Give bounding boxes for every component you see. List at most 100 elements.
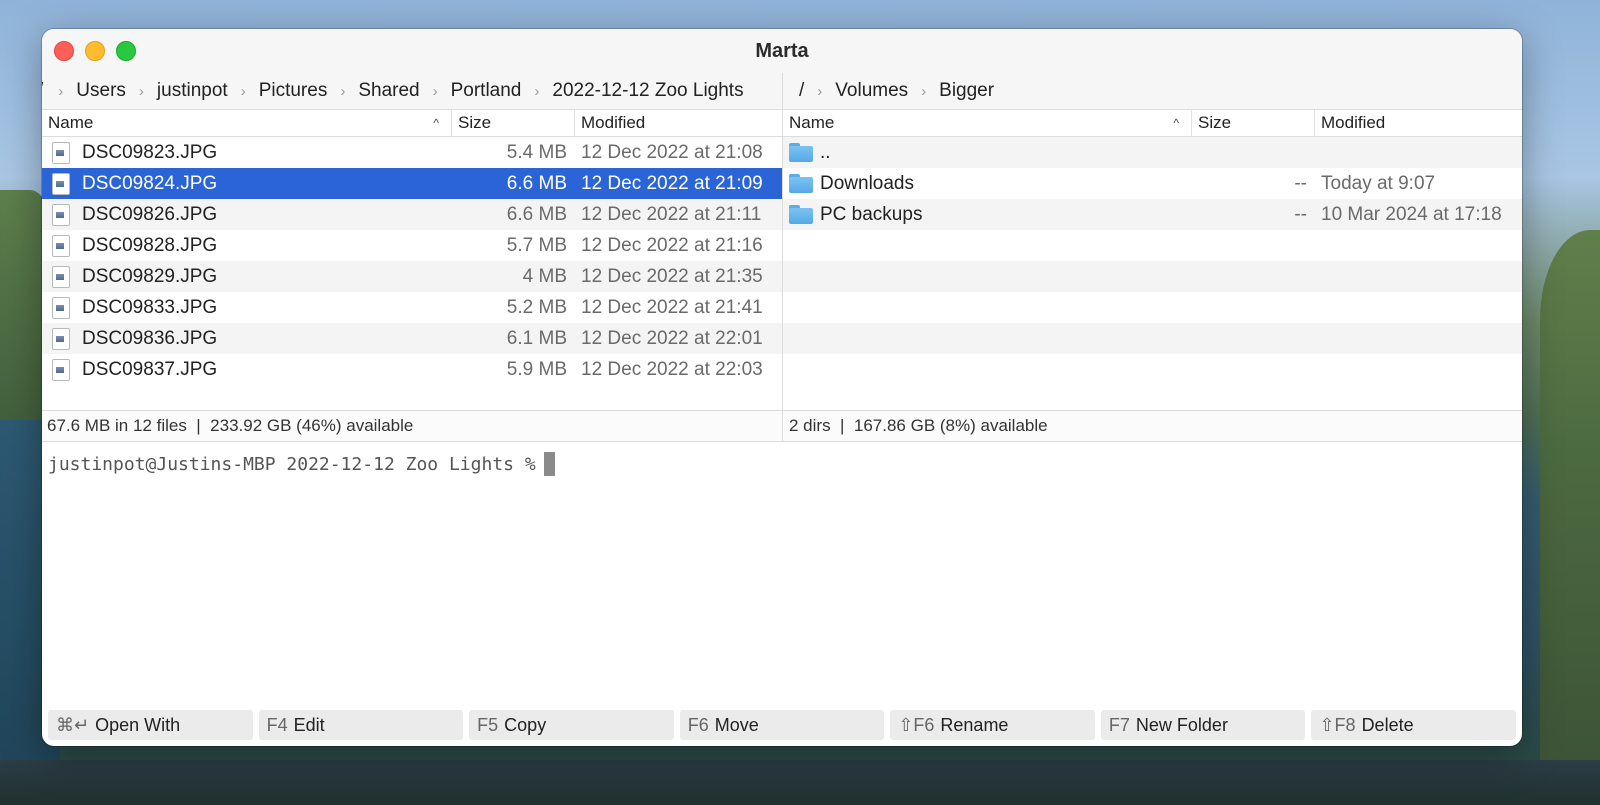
file-modified: 12 Dec 2022 at 22:01 (581, 327, 763, 349)
image-file-icon (52, 234, 70, 257)
file-row[interactable]: DSC09829.JPG 4 MB 12 Dec 2022 at 21:35 (42, 261, 782, 292)
file-modified: 12 Dec 2022 at 21:41 (581, 296, 763, 318)
file-size: 4 MB (522, 265, 567, 287)
window-title: Marta (755, 40, 809, 62)
move-button[interactable]: F6 Move (679, 710, 885, 740)
left-crumb-justinpot[interactable]: justinpot (153, 80, 232, 102)
empty-row (783, 261, 1522, 292)
file-name: DSC09823.JPG (82, 141, 218, 163)
right-crumb-volumes[interactable]: Volumes (831, 80, 912, 102)
file-name: DSC09833.JPG (82, 296, 218, 318)
file-name: DSC09836.JPG (82, 327, 218, 349)
left-column-modified[interactable]: Modified (575, 110, 782, 136)
file-row-selected[interactable]: DSC09824.JPG 6.6 MB 12 Dec 2022 at 21:09 (42, 168, 782, 199)
folder-icon (789, 205, 813, 224)
button-label: Edit (293, 714, 325, 735)
file-modified: 12 Dec 2022 at 21:08 (581, 141, 763, 163)
rename-button[interactable]: ⇧F6 Rename (890, 710, 1095, 740)
folder-name: .. (820, 141, 831, 163)
copy-button[interactable]: F5 Copy (469, 710, 674, 740)
left-crumb-shared[interactable]: Shared (354, 80, 423, 102)
left-crumb-pictures[interactable]: Pictures (255, 80, 332, 102)
terminal-prompt-line: justinpot@Justins-MBP 2022-12-12 Zoo Lig… (48, 452, 555, 476)
left-crumb-portland[interactable]: Portland (447, 80, 526, 102)
file-row[interactable]: DSC09833.JPG 5.2 MB 12 Dec 2022 at 21:41 (42, 292, 782, 323)
right-crumb-root[interactable]: / (795, 80, 808, 102)
button-label: Rename (940, 714, 1009, 735)
terminal-prompt: justinpot@Justins-MBP 2022-12-12 Zoo Lig… (48, 453, 536, 475)
right-column-modified[interactable]: Modified (1315, 110, 1522, 136)
desktop-rocks (0, 760, 1600, 805)
title-bar: Marta (42, 29, 1522, 73)
image-file-icon (52, 327, 70, 350)
left-crumb-root[interactable]: / (42, 80, 49, 102)
file-size: 5.4 MB (506, 141, 567, 163)
file-modified: 12 Dec 2022 at 21:35 (581, 265, 763, 287)
folder-size (1192, 137, 1315, 168)
file-name: DSC09828.JPG (82, 234, 218, 256)
left-column-name[interactable]: Name ^ (42, 110, 452, 136)
new-folder-button[interactable]: F7 New Folder (1100, 710, 1306, 740)
chevron-right-icon: › (240, 82, 246, 100)
chevron-right-icon: › (138, 82, 144, 100)
button-label: Copy (504, 714, 547, 735)
left-column-headers: Name ^ Size Modified (42, 110, 782, 137)
shortcut-key: F5 (477, 714, 499, 735)
folder-icon (789, 174, 813, 193)
file-row[interactable]: DSC09823.JPG 5.4 MB 12 Dec 2022 at 21:08 (42, 137, 782, 168)
file-row[interactable]: DSC09836.JPG 6.1 MB 12 Dec 2022 at 22:01 (42, 323, 782, 354)
delete-button[interactable]: ⇧F8 Delete (1311, 710, 1517, 740)
file-row[interactable]: DSC09828.JPG 5.7 MB 12 Dec 2022 at 21:16 (42, 230, 782, 261)
shortcut-key: F4 (266, 714, 288, 735)
sort-ascending-icon: ^ (433, 116, 439, 130)
file-size: 6.1 MB (506, 327, 567, 349)
left-crumb-users[interactable]: Users (72, 80, 130, 102)
right-column-size[interactable]: Size (1192, 110, 1315, 136)
folder-size: -- (1294, 172, 1307, 194)
chevron-right-icon: › (534, 82, 540, 100)
chevron-right-icon: › (58, 82, 64, 100)
file-name: DSC09826.JPG (82, 203, 218, 225)
button-label: New Folder (1135, 714, 1228, 735)
right-column-name-label: Name (789, 113, 835, 132)
file-row[interactable]: DSC09837.JPG 5.9 MB 12 Dec 2022 at 22:03 (42, 354, 782, 385)
chevron-right-icon: › (432, 82, 438, 100)
terminal-panel[interactable]: justinpot@Justins-MBP 2022-12-12 Zoo Lig… (42, 442, 1522, 704)
file-row[interactable]: DSC09826.JPG 6.6 MB 12 Dec 2022 at 21:11 (42, 199, 782, 230)
parent-directory-row[interactable]: .. (783, 137, 1522, 168)
desktop-hill-right (1540, 230, 1600, 790)
folder-row[interactable]: PC backups -- 10 Mar 2024 at 17:18 (783, 199, 1522, 230)
left-column-size[interactable]: Size (452, 110, 575, 136)
file-panes: / › Users › justinpot › Pictures › Share… (42, 73, 1522, 410)
shortcut-key: F7 (1108, 714, 1130, 735)
folder-name: PC backups (820, 203, 923, 225)
folder-row[interactable]: Downloads -- Today at 9:07 (783, 168, 1522, 199)
marta-window: Marta / › Users › justinpot › Pictures ›… (42, 29, 1522, 746)
folder-name: Downloads (820, 172, 914, 194)
sort-ascending-icon: ^ (1173, 116, 1179, 130)
file-size: 6.6 MB (506, 203, 567, 225)
terminal-cursor (543, 452, 555, 476)
file-modified: 12 Dec 2022 at 22:03 (581, 358, 763, 380)
image-file-icon (52, 296, 70, 319)
button-label: Move (714, 714, 759, 735)
left-crumb-zoo-lights[interactable]: 2022-12-12 Zoo Lights (548, 80, 747, 102)
file-modified: 12 Dec 2022 at 21:16 (581, 234, 763, 256)
empty-row (783, 323, 1522, 354)
shortcut-key: ⇧F6 (898, 714, 935, 735)
edit-button[interactable]: F4 Edit (258, 710, 464, 740)
right-file-list: .. Downloads -- Today at 9:07 PC backups… (783, 137, 1522, 354)
right-column-name[interactable]: Name ^ (783, 110, 1192, 136)
right-column-headers: Name ^ Size Modified (783, 110, 1522, 137)
folder-icon (789, 143, 813, 162)
left-column-modified-label: Modified (581, 113, 646, 132)
right-crumb-bigger[interactable]: Bigger (935, 80, 998, 102)
right-pane[interactable]: / › Volumes › Bigger Name ^ Size Modifie… (783, 73, 1522, 410)
file-size: 5.9 MB (506, 358, 567, 380)
chevron-right-icon: › (921, 82, 927, 100)
shortcut-key: ⇧F8 (1319, 714, 1356, 735)
left-pane[interactable]: / › Users › justinpot › Pictures › Share… (42, 73, 783, 410)
image-file-icon (52, 172, 70, 195)
open-with-button[interactable]: ⌘↵ Open With (48, 710, 253, 740)
button-label: Delete (1361, 714, 1414, 735)
